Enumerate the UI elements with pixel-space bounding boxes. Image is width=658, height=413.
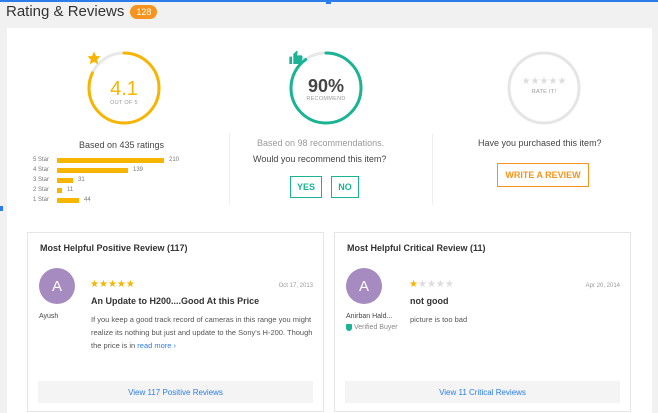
- review-stars: ★★★★★: [90, 279, 135, 290]
- top-handle: [326, 0, 331, 4]
- verified-buyer: Verified Buyer: [346, 324, 398, 331]
- rating-bar-row: 2 Star 11: [33, 185, 179, 195]
- review-count-badge: 128: [130, 4, 158, 19]
- rating-bar-label: 4 Star: [33, 167, 50, 173]
- rating-bar-label: 5 Star: [33, 157, 50, 163]
- view-positive-reviews-link[interactable]: View 117 Positive Reviews: [38, 381, 313, 403]
- star-icon: ★: [417, 279, 427, 290]
- star-icon: ★: [98, 279, 108, 290]
- review-body-text: If you keep a good track record of camer…: [91, 315, 313, 350]
- positive-review-heading: Most Helpful Positive Review (117): [40, 243, 188, 253]
- rating-bar-count: 210: [169, 157, 180, 163]
- review-title: not good: [410, 296, 449, 306]
- reviews-panel: 4.1 OUT OF 5 Based on 435 ratings 5 Star…: [7, 28, 652, 413]
- reviewer-name: Ayush: [39, 313, 59, 320]
- star-icon: ★: [90, 279, 99, 290]
- review-stars: ★★★★★: [409, 279, 454, 290]
- column-divider: [432, 133, 433, 205]
- verified-label: Verified Buyer: [354, 324, 398, 331]
- verified-shield-icon: [346, 324, 352, 331]
- review-body: picture is too bad: [410, 315, 468, 324]
- no-button[interactable]: NO: [331, 176, 359, 198]
- yes-button[interactable]: YES: [290, 176, 322, 198]
- column-divider: [229, 133, 230, 205]
- rating-breakdown: 5 Star 210 4 Star 139 3 Star 31 2 Star 11 1 Star…: [33, 155, 179, 205]
- thumbs-up-icon: [288, 50, 364, 76]
- write-review-button[interactable]: WRITE A REVIEW: [497, 163, 589, 187]
- recommend-question: Would you recommend this item?: [253, 154, 387, 164]
- ratings-count: Based on 435 ratings: [79, 140, 165, 150]
- average-rating-circle: 4.1 OUT OF 5: [86, 50, 162, 126]
- rating-bar-fill: [57, 187, 62, 193]
- star-icon: ★: [409, 279, 418, 290]
- rating-bar-row: 3 Star 31: [33, 175, 179, 185]
- critical-review-heading: Most Helpful Critical Review (11): [347, 243, 486, 253]
- rating-bar-fill: [57, 177, 73, 183]
- star-icon: ★: [426, 279, 436, 290]
- critical-review-card: Most Helpful Critical Review (11) A Anir…: [334, 232, 631, 412]
- star-icon: ★: [107, 279, 117, 290]
- review-title: An Update to H200....Good At this Price: [91, 296, 260, 306]
- star-icon: [86, 51, 162, 78]
- review-body: If you keep a good track record of camer…: [91, 313, 313, 352]
- rating-bar-count: 31: [78, 177, 85, 183]
- recommend-percent: 90%: [307, 76, 345, 96]
- star-icon: ★: [435, 279, 445, 290]
- rating-bar-row: 4 Star 139: [33, 165, 179, 175]
- rating-bar-row: 1 Star 44: [33, 195, 179, 205]
- recommend-label: RECOMMEND: [306, 96, 346, 102]
- rating-bar-fill: [57, 157, 164, 163]
- rating-bar-row: 5 Star 210: [33, 155, 179, 165]
- rating-bar-label: 2 Star: [33, 187, 50, 193]
- star-icon: ★: [444, 279, 454, 290]
- rating-bar-fill: [57, 197, 79, 203]
- rating-bar-count: 11: [67, 187, 74, 193]
- avatar: A: [39, 268, 75, 304]
- left-handle: [0, 206, 3, 211]
- star-icon: ★: [116, 279, 126, 290]
- average-rating-value: 4.1: [110, 78, 138, 100]
- purchased-question: Have you purchased this item?: [478, 138, 602, 148]
- positive-review-card: Most Helpful Positive Review (117) A Ayu…: [27, 232, 324, 412]
- rating-bar-count: 139: [133, 167, 144, 173]
- rating-bar-label: 1 Star: [33, 197, 50, 203]
- out-of-label: OUT OF 5: [110, 100, 138, 106]
- rate-it-label: RATE IT!: [531, 89, 557, 95]
- read-more-link[interactable]: read more ›: [137, 341, 176, 350]
- view-critical-reviews-link[interactable]: View 11 Critical Reviews: [345, 381, 620, 403]
- review-date: Apr 20, 2014: [585, 283, 620, 289]
- rating-bar-label: 3 Star: [33, 177, 50, 183]
- review-date: Oct 17, 2013: [278, 283, 313, 289]
- avatar: A: [346, 268, 382, 304]
- section-title: Rating & Reviews: [6, 3, 125, 20]
- recommend-circle: 90% RECOMMEND: [288, 50, 364, 126]
- rating-bar-fill: [57, 167, 128, 173]
- rate-it-circle[interactable]: ★★★★★ RATE IT!: [506, 50, 582, 126]
- section-header: Rating & Reviews 128: [6, 3, 158, 20]
- star-icon: ★: [125, 279, 135, 290]
- empty-stars-icon[interactable]: ★★★★★: [506, 76, 582, 87]
- recommendations-count: Based on 98 recommendations.: [257, 138, 385, 148]
- rating-bar-count: 44: [84, 197, 91, 203]
- reviewer-name: Anirban Hald...: [346, 313, 393, 320]
